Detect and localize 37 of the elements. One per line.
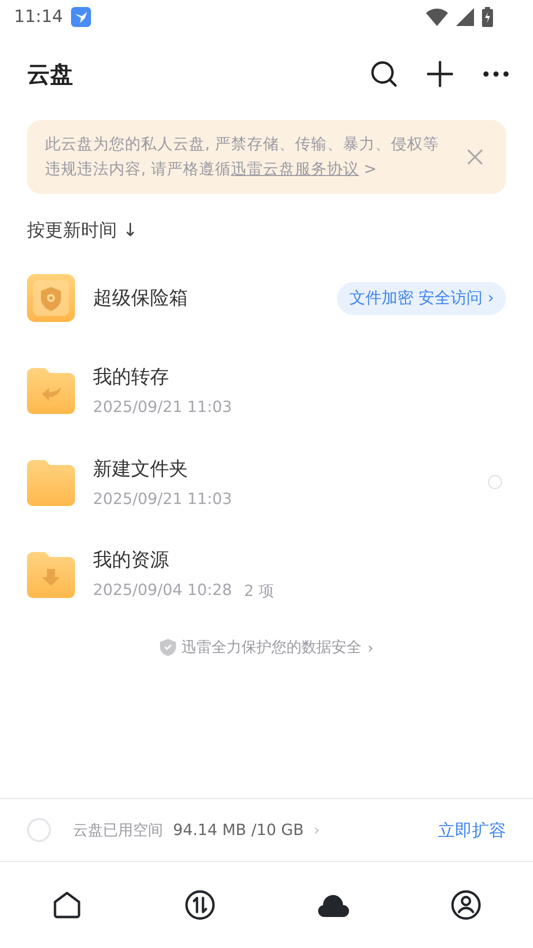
folder-download-icon xyxy=(27,550,75,598)
chevron-text: › xyxy=(314,821,321,839)
storage-value: 94.14 MB /10 GB xyxy=(173,821,304,839)
modified-date: 2025/09/04 10:28 xyxy=(93,580,232,600)
folder-name: 我的资源 xyxy=(93,548,170,572)
notice-text: 此云盘为您的私人云盘, 严禁存储、传输、暴力、侵权等违规违法内容, 请严格遵循迅雷云盘服务协议 > xyxy=(45,134,440,180)
status-time: 11:14 xyxy=(14,7,63,27)
shield-icon xyxy=(27,274,75,322)
signal-icon xyxy=(456,8,474,26)
folder-row[interactable]: 新建文件夹 2025/09/21 11:03 xyxy=(0,436,533,528)
modified-date: 2025/09/21 11:03 xyxy=(93,398,232,416)
usage-ring-icon xyxy=(27,818,51,842)
folder-row[interactable]: 我的资源 2025/09/04 10:28 2 项 xyxy=(0,528,533,620)
search-button[interactable] xyxy=(369,59,399,89)
page-title: 云盘 xyxy=(27,60,74,90)
folder-row[interactable]: 超级保险箱 文件加密 安全访问 › xyxy=(0,252,533,344)
battery-icon xyxy=(482,7,493,27)
wifi-icon xyxy=(426,8,448,26)
close-icon xyxy=(467,149,483,165)
sort-label[interactable]: 按更新时间 ↓ xyxy=(27,218,506,242)
folder-arrow-icon xyxy=(27,366,75,414)
item-count: 2 项 xyxy=(244,580,275,602)
expand-button[interactable]: 立即扩容 xyxy=(438,818,506,842)
shield-icon xyxy=(160,639,176,656)
folder-name: 超级保险箱 xyxy=(93,286,189,311)
plus-icon xyxy=(427,61,453,87)
add-button[interactable] xyxy=(425,59,455,89)
folder-name: 新建文件夹 xyxy=(93,457,189,482)
search-icon xyxy=(370,60,398,88)
folder-row[interactable]: 我的转存 2025/09/21 11:03 xyxy=(0,344,533,436)
more-icon xyxy=(483,71,509,77)
storage-label: 云盘已用空间 xyxy=(73,820,163,840)
modified-date: 2025/09/21 11:03 xyxy=(93,490,232,508)
folder-name: 我的转存 xyxy=(93,365,170,390)
app-notification-icon xyxy=(71,7,91,27)
folder-icon xyxy=(27,458,75,506)
chevron-text: › xyxy=(368,638,374,656)
